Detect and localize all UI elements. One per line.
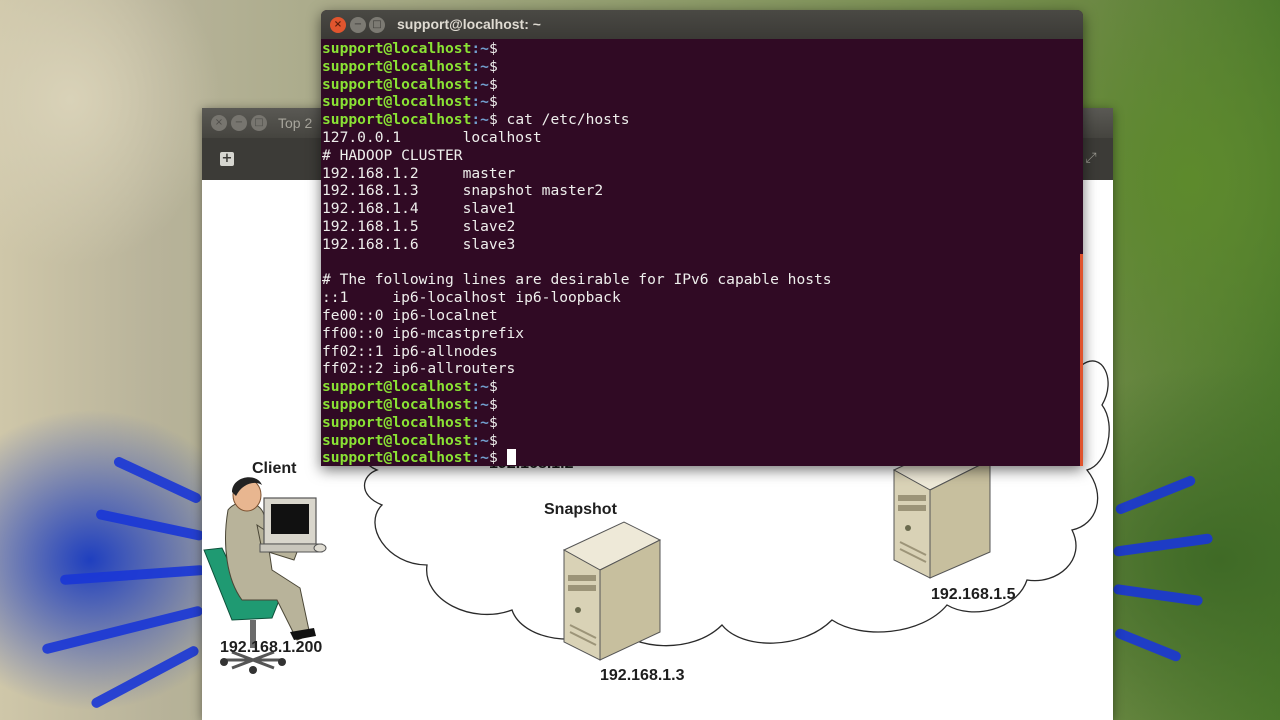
client-label: Client — [252, 460, 297, 477]
prompt-path: :~ — [471, 40, 489, 57]
terminal-line: 192.168.1.2 master — [322, 165, 1077, 183]
prompt-user: support@localhost — [322, 93, 472, 111]
wallpaper-petal — [95, 508, 205, 542]
prompt-path: :~ — [471, 449, 489, 466]
terminal-line: 192.168.1.5 slave2 — [322, 218, 1077, 236]
prompt-symbol: $ — [488, 431, 507, 449]
terminal-window[interactable]: × − □ support@localhost: ~ support@local… — [321, 10, 1083, 466]
terminal-line: ff02::1 ip6-allnodes — [322, 343, 1077, 361]
prompt-path: :~ — [471, 111, 489, 129]
wallpaper-petal — [1112, 533, 1214, 557]
wallpaper-petal — [112, 455, 203, 505]
output-text: 192.168.1.5 slave2 — [322, 217, 516, 235]
wallpaper-petal — [41, 605, 204, 655]
output-text: fe00::0 ip6-localnet — [322, 306, 498, 324]
terminal-line: 192.168.1.4 slave1 — [322, 200, 1077, 218]
terminal-line: support@localhost:~$ — [322, 58, 1077, 76]
prompt-user: support@localhost — [322, 378, 472, 396]
terminal-title: support@localhost: ~ — [397, 16, 541, 32]
output-text: ff02::2 ip6-allrouters — [322, 360, 516, 378]
wallpaper-petal — [1112, 583, 1204, 607]
output-text: # HADOOP CLUSTER — [322, 146, 463, 164]
prompt-symbol: $ — [488, 395, 507, 413]
minimize-icon[interactable]: − — [350, 17, 366, 33]
close-icon[interactable]: × — [211, 115, 227, 131]
prompt-symbol: $ — [488, 93, 507, 111]
wallpaper-petal — [89, 644, 201, 710]
maximize-icon[interactable]: □ — [369, 17, 385, 33]
close-icon[interactable]: × — [330, 17, 346, 33]
maximize-icon[interactable]: □ — [251, 115, 267, 131]
prompt-path: :~ — [471, 93, 489, 111]
prompt-user: support@localhost — [322, 111, 472, 129]
wallpaper-petal — [1114, 474, 1197, 516]
terminal-line: support@localhost:~$ — [322, 396, 1077, 414]
output-text: ff02::1 ip6-allnodes — [322, 342, 498, 360]
output-text: 192.168.1.3 snapshot master2 — [322, 182, 604, 200]
terminal-line: 192.168.1.3 snapshot master2 — [322, 182, 1077, 200]
output-text: 192.168.1.2 master — [322, 164, 516, 182]
terminal-line: support@localhost:~$ — [322, 378, 1077, 396]
terminal-line: 192.168.1.6 slave3 — [322, 236, 1077, 254]
terminal-output[interactable]: support@localhost:~$ support@localhost:~… — [322, 40, 1077, 466]
prompt-user: support@localhost — [322, 449, 472, 466]
output-text: ff00::0 ip6-mcastprefix — [322, 324, 525, 342]
wallpaper-petal — [59, 564, 206, 586]
prompt-symbol: $ — [488, 57, 507, 75]
prompt-path: :~ — [471, 378, 489, 396]
prompt-symbol: $ — [488, 40, 507, 57]
prompt-path: :~ — [471, 431, 489, 449]
terminal-line: 127.0.0.1 localhost — [322, 129, 1077, 147]
prompt-symbol: $ — [488, 449, 507, 466]
text-cursor — [506, 449, 516, 466]
prompt-user: support@localhost — [322, 395, 472, 413]
diagram-window-title: Top 2 — [278, 115, 313, 131]
prompt-path: :~ — [471, 413, 489, 431]
prompt-user: support@localhost — [322, 75, 472, 93]
prompt-user: support@localhost — [322, 40, 472, 57]
client-ip-label: 192.168.1.200 — [220, 639, 323, 656]
minimize-icon[interactable]: − — [231, 115, 247, 131]
output-text: ::1 ip6-localhost ip6-loopback — [322, 289, 621, 307]
terminal-line: support@localhost:~$ — [322, 40, 1077, 58]
terminal-line: ff00::0 ip6-mcastprefix — [322, 325, 1077, 343]
prompt-path: :~ — [471, 57, 489, 75]
prompt-symbol: $ — [488, 75, 507, 93]
prompt-path: :~ — [471, 75, 489, 93]
prompt-path: :~ — [471, 395, 489, 413]
add-icon[interactable]: + — [220, 152, 234, 166]
prompt-user: support@localhost — [322, 413, 472, 431]
terminal-line: # HADOOP CLUSTER — [322, 147, 1077, 165]
snapshot-label: Snapshot — [544, 501, 617, 518]
terminal-line: support@localhost:~$ — [322, 432, 1077, 450]
wallpaper-petal — [1113, 627, 1183, 663]
slave2-ip-label: 192.168.1.5 — [931, 586, 1016, 603]
output-text: 127.0.0.1 localhost — [322, 128, 542, 146]
snapshot-ip-label: 192.168.1.3 — [600, 667, 685, 684]
output-text: 192.168.1.4 slave1 — [322, 200, 516, 218]
prompt-user: support@localhost — [322, 57, 472, 75]
command-text: cat /etc/hosts — [506, 111, 630, 129]
fullscreen-icon[interactable]: ⤢ — [1083, 150, 1099, 166]
output-text: 192.168.1.6 slave3 — [322, 235, 516, 253]
prompt-symbol: $ — [488, 378, 507, 396]
terminal-line: support@localhost:~$ cat /etc/hosts — [322, 111, 1077, 129]
output-text: # The following lines are desirable for … — [322, 271, 832, 289]
terminal-line: ff02::2 ip6-allrouters — [322, 360, 1077, 378]
terminal-line: support@localhost:~$ — [322, 76, 1077, 94]
prompt-user: support@localhost — [322, 431, 472, 449]
terminal-line: support@localhost:~$ — [322, 414, 1077, 432]
prompt-symbol: $ — [488, 413, 507, 431]
terminal-line: ::1 ip6-localhost ip6-loopback — [322, 289, 1077, 307]
terminal-line: fe00::0 ip6-localnet — [322, 307, 1077, 325]
terminal-titlebar[interactable]: × − □ support@localhost: ~ — [321, 10, 1083, 39]
terminal-scrollbar[interactable] — [1080, 254, 1083, 466]
terminal-line: # The following lines are desirable for … — [322, 271, 1077, 289]
prompt-symbol: $ — [488, 111, 507, 129]
terminal-line: support@localhost:~$ — [322, 449, 1077, 466]
terminal-line: support@localhost:~$ — [322, 93, 1077, 111]
